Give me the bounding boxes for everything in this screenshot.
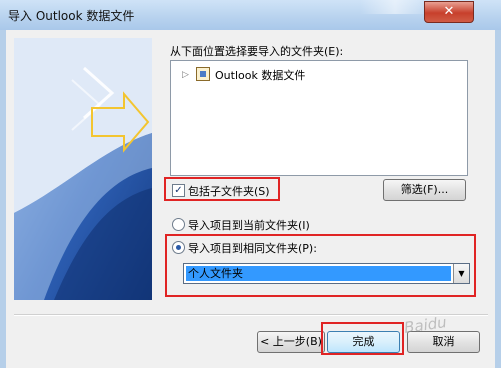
target-folder-select[interactable]: 个人文件夹 ▼ [183, 263, 470, 284]
include-subfolders-checkbox[interactable]: ✓ [172, 184, 185, 197]
close-icon: ✕ [443, 4, 455, 19]
folder-tree[interactable]: ▷ Outlook 数据文件 [170, 60, 468, 176]
title-bar-blur [360, 0, 430, 14]
import-to-current-folder-label[interactable]: 导入项目到当前文件夹(I) [188, 217, 310, 233]
title-bar[interactable]: 导入 Outlook 数据文件 ✕ [0, 0, 501, 30]
filter-button[interactable]: 筛选(F)... [383, 179, 466, 201]
finish-button[interactable]: 完成 [327, 331, 400, 353]
dropdown-arrow-icon[interactable]: ▼ [453, 264, 469, 283]
import-to-same-folder-radio[interactable] [172, 241, 185, 254]
expand-arrow-icon[interactable]: ▷ [182, 70, 189, 80]
separator [14, 314, 488, 316]
folder-prompt-label: 从下面位置选择要导入的文件夹(E): [170, 45, 344, 58]
back-button[interactable]: < 上一步(B) [257, 331, 325, 353]
close-button[interactable]: ✕ [424, 1, 474, 23]
import-to-same-folder-label[interactable]: 导入项目到相同文件夹(P): [188, 240, 317, 256]
target-folder-value: 个人文件夹 [186, 266, 451, 281]
include-subfolders-label[interactable]: 包括子文件夹(S) [188, 183, 270, 199]
data-file-icon [196, 67, 210, 81]
tree-item-outlook-data-file[interactable]: Outlook 数据文件 [215, 67, 305, 83]
import-to-current-folder-radio[interactable] [172, 218, 185, 231]
window-frame-right [495, 30, 501, 368]
wizard-banner-image [14, 38, 152, 300]
window-title: 导入 Outlook 数据文件 [8, 9, 135, 23]
